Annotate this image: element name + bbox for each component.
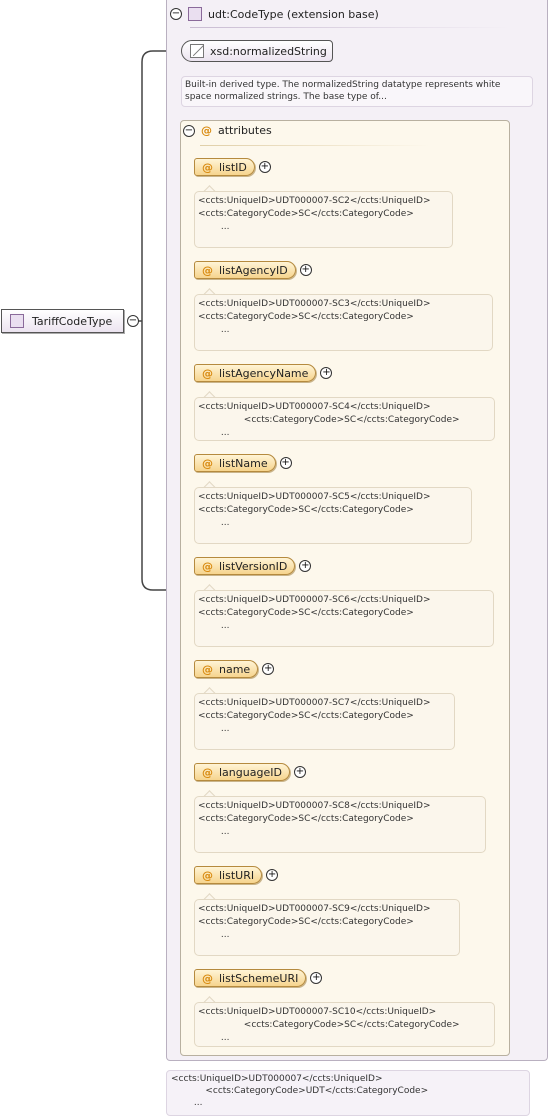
attribute-icon: @ bbox=[202, 971, 213, 985]
attribute-listID[interactable]: @ listID + bbox=[194, 157, 271, 177]
expand-icon[interactable]: + bbox=[258, 161, 271, 173]
codetype-header: − udt:CodeType (extension base) bbox=[170, 4, 379, 24]
attribute-name: listID bbox=[219, 160, 247, 174]
attribute-listVersionID[interactable]: @ listVersionID + bbox=[194, 556, 312, 576]
attribute-doc: <ccts:UniqueID>UDT000007-SC3</ccts:Uniqu… bbox=[194, 294, 493, 351]
complex-type-icon bbox=[188, 7, 202, 21]
attribute-name: listAgencyName bbox=[219, 366, 309, 380]
collapse-icon[interactable]: − bbox=[127, 315, 139, 327]
attribute-icon: @ bbox=[202, 765, 213, 779]
attribute-icon: @ bbox=[202, 868, 213, 882]
attribute-listAgencyID[interactable]: @ listAgencyID + bbox=[194, 260, 312, 280]
header-separator bbox=[190, 27, 510, 28]
root-element-node[interactable]: TariffCodeType bbox=[1, 309, 124, 333]
expand-icon[interactable]: + bbox=[310, 972, 323, 984]
attribute-icon: @ bbox=[202, 662, 213, 676]
root-element-label: TariffCodeType bbox=[32, 314, 113, 328]
attribute-doc: <ccts:UniqueID>UDT000007-SC10</ccts:Uniq… bbox=[194, 1002, 495, 1047]
base-type-node[interactable]: xsd:normalizedString bbox=[181, 40, 333, 62]
expand-icon[interactable]: + bbox=[266, 869, 279, 881]
attribute-doc: <ccts:UniqueID>UDT000007-SC2</ccts:Uniqu… bbox=[194, 191, 453, 248]
attribute-icon: @ bbox=[201, 124, 212, 137]
codetype-label: udt:CodeType (extension base) bbox=[208, 7, 379, 21]
attribute-name: listName bbox=[219, 456, 268, 470]
attribute-icon: @ bbox=[202, 559, 213, 573]
expand-icon[interactable]: + bbox=[320, 367, 333, 379]
attribute-doc: <ccts:UniqueID>UDT000007-SC9</ccts:Uniqu… bbox=[194, 899, 460, 956]
collapse-icon[interactable]: − bbox=[183, 124, 195, 137]
base-type-label: xsd:normalizedString bbox=[210, 44, 327, 58]
base-type-description: Built-in derived type. The normalizedStr… bbox=[181, 76, 533, 107]
complex-type-icon bbox=[10, 314, 24, 328]
attribute-doc: <ccts:UniqueID>UDT000007-SC7</ccts:Uniqu… bbox=[194, 693, 455, 750]
simple-type-icon bbox=[190, 44, 204, 58]
type-documentation: <ccts:UniqueID>UDT000007</ccts:UniqueID>… bbox=[166, 1070, 530, 1116]
attribute-icon: @ bbox=[202, 456, 213, 470]
expand-icon[interactable]: + bbox=[299, 560, 312, 572]
attribute-listAgencyName[interactable]: @ listAgencyName + bbox=[194, 363, 333, 383]
attribute-doc: <ccts:UniqueID>UDT000007-SC8</ccts:Uniqu… bbox=[194, 796, 486, 853]
attribute-name: name bbox=[219, 662, 251, 676]
attribute-name[interactable]: @ name + bbox=[194, 659, 275, 679]
attribute-name: listSchemeURI bbox=[219, 971, 299, 985]
attribute-doc: <ccts:UniqueID>UDT000007-SC4</ccts:Uniqu… bbox=[194, 397, 495, 441]
attributes-header: − @ attributes bbox=[183, 124, 272, 137]
attribute-doc: <ccts:UniqueID>UDT000007-SC5</ccts:Uniqu… bbox=[194, 487, 472, 544]
attribute-icon: @ bbox=[202, 366, 213, 380]
expand-icon[interactable]: + bbox=[293, 766, 306, 778]
attribute-name: listURI bbox=[219, 868, 255, 882]
expand-icon[interactable]: + bbox=[299, 264, 312, 276]
attribute-listURI[interactable]: @ listURI + bbox=[194, 865, 279, 885]
attribute-listName[interactable]: @ listName + bbox=[194, 453, 292, 473]
attribute-listSchemeURI[interactable]: @ listSchemeURI + bbox=[194, 968, 323, 988]
attribute-icon: @ bbox=[202, 160, 213, 174]
attributes-label: attributes bbox=[218, 124, 272, 137]
attribute-name: listVersionID bbox=[219, 559, 288, 573]
attribute-name: languageID bbox=[219, 765, 282, 779]
attributes-separator bbox=[200, 145, 430, 146]
collapse-icon[interactable]: − bbox=[170, 8, 182, 20]
attribute-name: listAgencyID bbox=[219, 263, 288, 277]
expand-icon[interactable]: + bbox=[262, 663, 275, 675]
expand-icon[interactable]: + bbox=[279, 457, 292, 469]
attribute-languageID[interactable]: @ languageID + bbox=[194, 762, 306, 782]
attribute-doc: <ccts:UniqueID>UDT000007-SC6</ccts:Uniqu… bbox=[194, 590, 494, 647]
attribute-icon: @ bbox=[202, 263, 213, 277]
